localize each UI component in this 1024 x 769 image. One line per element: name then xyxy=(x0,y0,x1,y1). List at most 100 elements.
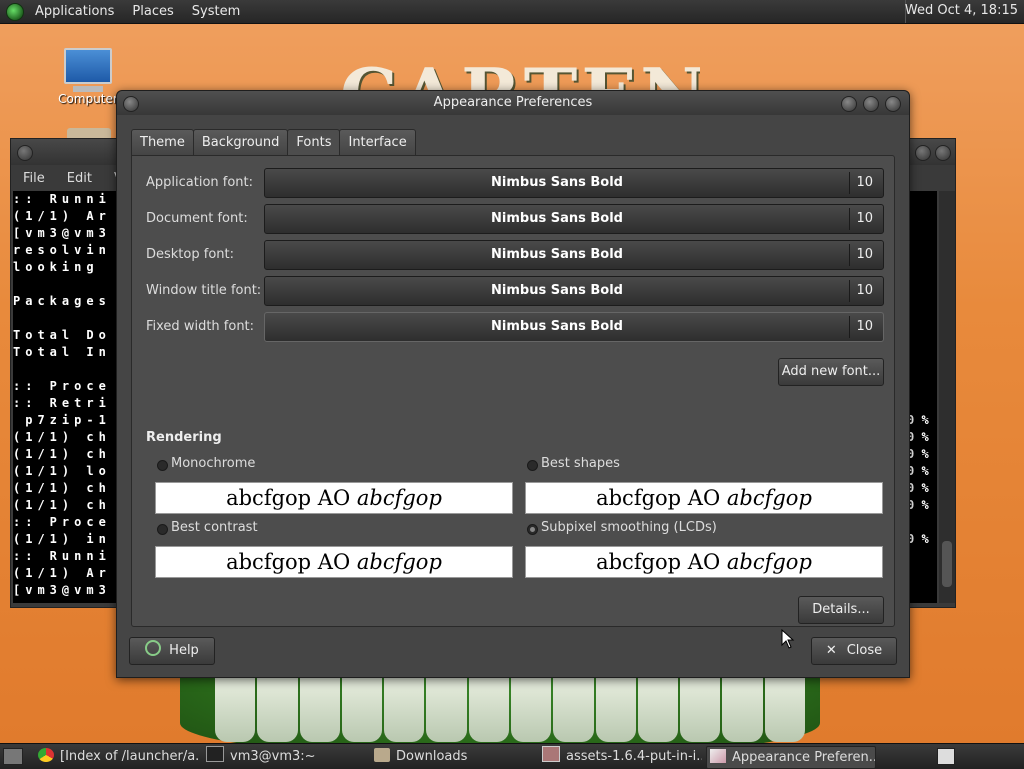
appearance-preferences-dialog: Appearance Preferences Theme Background … xyxy=(116,90,910,678)
font-label: Window title font: xyxy=(146,283,262,298)
terminal-icon xyxy=(206,746,224,762)
tab-background[interactable]: Background xyxy=(192,129,289,157)
taskbar-item-archive[interactable]: assets-1.6.4-put-in-i... xyxy=(542,746,702,767)
fixed-width-font-button[interactable]: Nimbus Sans Bold 10 xyxy=(264,312,884,342)
best-contrast-radio[interactable] xyxy=(157,524,168,535)
add-new-font-button[interactable]: Add new font... xyxy=(778,358,884,386)
monochrome-radio[interactable] xyxy=(157,460,168,471)
font-name: Nimbus Sans Bold xyxy=(491,211,623,226)
font-row-window-title: Window title font: Nimbus Sans Bold 10 xyxy=(146,276,884,306)
top-panel: Applications Places System Wed Oct 4, 18… xyxy=(0,0,1024,24)
terminal-progress xyxy=(907,208,937,225)
font-label: Document font: xyxy=(146,211,248,226)
font-label: Fixed width font: xyxy=(146,319,255,334)
wallpaper-title: CARTENOF xyxy=(340,52,700,96)
places-menu[interactable]: Places xyxy=(123,4,182,19)
font-row-fixed-width: Fixed width font: Nimbus Sans Bold 10 xyxy=(146,312,884,342)
terminal-progress xyxy=(907,242,937,259)
terminal-progress xyxy=(907,361,937,378)
application-font-button[interactable]: Nimbus Sans Bold 10 xyxy=(264,168,884,198)
font-size: 10 xyxy=(856,283,873,298)
terminal-progress xyxy=(907,259,937,276)
scrollbar-thumb[interactable] xyxy=(942,541,952,587)
terminal-progress xyxy=(907,276,937,293)
window-title-font-button[interactable]: Nimbus Sans Bold 10 xyxy=(264,276,884,306)
tab-interface[interactable]: Interface xyxy=(339,129,416,157)
monochrome-label[interactable]: Monochrome xyxy=(171,456,255,471)
terminal-progress: 0 % xyxy=(907,447,929,461)
terminal-menu-file[interactable]: File xyxy=(11,171,55,186)
maximize-icon[interactable] xyxy=(863,96,879,112)
dialog-titlebar[interactable]: Appearance Preferences xyxy=(117,91,909,115)
tab-theme[interactable]: Theme xyxy=(131,129,194,157)
font-size: 10 xyxy=(856,319,873,334)
taskbar-item-downloads[interactable]: Downloads xyxy=(374,746,534,767)
subpixel-smoothing-label[interactable]: Subpixel smoothing (LCDs) xyxy=(541,520,717,535)
terminal-progress: 0 % xyxy=(907,430,929,444)
terminal-progress: 0 % xyxy=(907,498,929,512)
desktop-font-button[interactable]: Nimbus Sans Bold 10 xyxy=(264,240,884,270)
desktop-icon-computer[interactable]: Computer xyxy=(58,48,118,106)
applications-menu[interactable]: Applications xyxy=(26,4,123,19)
close-x-icon: ✕ xyxy=(825,643,837,658)
terminal-progress: 0 % xyxy=(907,413,929,427)
terminal-scrollbar[interactable] xyxy=(939,191,955,603)
computer-icon xyxy=(64,48,112,84)
help-button[interactable]: Help xyxy=(129,637,215,665)
workspace-switcher-icon[interactable] xyxy=(937,748,955,765)
best-contrast-preview[interactable]: abcfgop AO abcfgop xyxy=(155,546,513,578)
tab-fonts[interactable]: Fonts xyxy=(287,129,341,158)
details-button[interactable]: Details... xyxy=(798,596,884,624)
font-name: Nimbus Sans Bold xyxy=(491,247,623,262)
rendering-heading: Rendering xyxy=(146,430,222,445)
best-shapes-preview[interactable]: abcfgop AO abcfgop xyxy=(525,482,883,514)
terminal-progress xyxy=(907,378,937,395)
desktop-icon-label: Computer xyxy=(58,92,118,106)
minimize-icon[interactable] xyxy=(841,96,857,112)
best-shapes-label[interactable]: Best shapes xyxy=(541,456,620,471)
mouse-pointer-icon xyxy=(781,629,795,649)
taskbar: [Index of /launcher/a... vm3@vm3:~ Downl… xyxy=(0,743,1024,769)
close-button[interactable]: ✕ Close xyxy=(811,637,897,665)
taskbar-item-browser[interactable]: [Index of /launcher/a... xyxy=(38,746,198,767)
wallpaper-teeth xyxy=(215,676,805,742)
clock[interactable]: Wed Oct 4, 18:15 xyxy=(905,3,1018,18)
show-desktop-icon[interactable] xyxy=(3,748,23,765)
appearance-icon xyxy=(710,749,726,763)
maximize-icon[interactable] xyxy=(915,145,931,161)
taskbar-item-terminal[interactable]: vm3@vm3:~ xyxy=(206,746,366,767)
font-row-desktop: Desktop font: Nimbus Sans Bold 10 xyxy=(146,240,884,270)
monochrome-preview[interactable]: abcfgop AO abcfgop xyxy=(155,482,513,514)
taskbar-item-appearance[interactable]: Appearance Preferen... xyxy=(706,746,876,769)
window-menu-icon[interactable] xyxy=(17,145,33,161)
terminal-progress: 0 % xyxy=(907,481,929,495)
document-font-button[interactable]: Nimbus Sans Bold 10 xyxy=(264,204,884,234)
font-size: 10 xyxy=(856,175,873,190)
dialog-title: Appearance Preferences xyxy=(433,95,593,110)
terminal-menu-edit[interactable]: Edit xyxy=(55,171,102,186)
terminal-progress xyxy=(907,565,937,582)
subpixel-smoothing-radio[interactable] xyxy=(527,524,538,535)
terminal-progress: 0 % xyxy=(907,532,929,546)
close-icon[interactable] xyxy=(935,145,951,161)
font-name: Nimbus Sans Bold xyxy=(491,319,623,334)
close-icon[interactable] xyxy=(885,96,901,112)
terminal-progress: 0 % xyxy=(907,464,929,478)
tab-bar: Theme Background Fonts Interface xyxy=(131,129,416,158)
system-menu[interactable]: System xyxy=(183,4,249,19)
terminal-progress-column: 0 % 0 % 0 % 0 % 0 % 0 % 0 % xyxy=(907,191,937,603)
best-shapes-radio[interactable] xyxy=(527,460,538,471)
font-row-application: Application font: Nimbus Sans Bold 10 xyxy=(146,168,884,198)
window-menu-icon[interactable] xyxy=(123,96,139,112)
font-name: Nimbus Sans Bold xyxy=(491,283,623,298)
terminal-progress xyxy=(907,191,937,208)
distro-logo-icon[interactable] xyxy=(6,2,24,21)
font-name: Nimbus Sans Bold xyxy=(491,175,623,190)
best-contrast-label[interactable]: Best contrast xyxy=(171,520,258,535)
chrome-icon xyxy=(38,748,54,762)
archive-icon xyxy=(542,746,560,762)
terminal-progress xyxy=(907,548,937,565)
subpixel-smoothing-preview[interactable]: abcfgop AO abcfgop xyxy=(525,546,883,578)
font-row-document: Document font: Nimbus Sans Bold 10 xyxy=(146,204,884,234)
terminal-progress xyxy=(907,395,937,412)
